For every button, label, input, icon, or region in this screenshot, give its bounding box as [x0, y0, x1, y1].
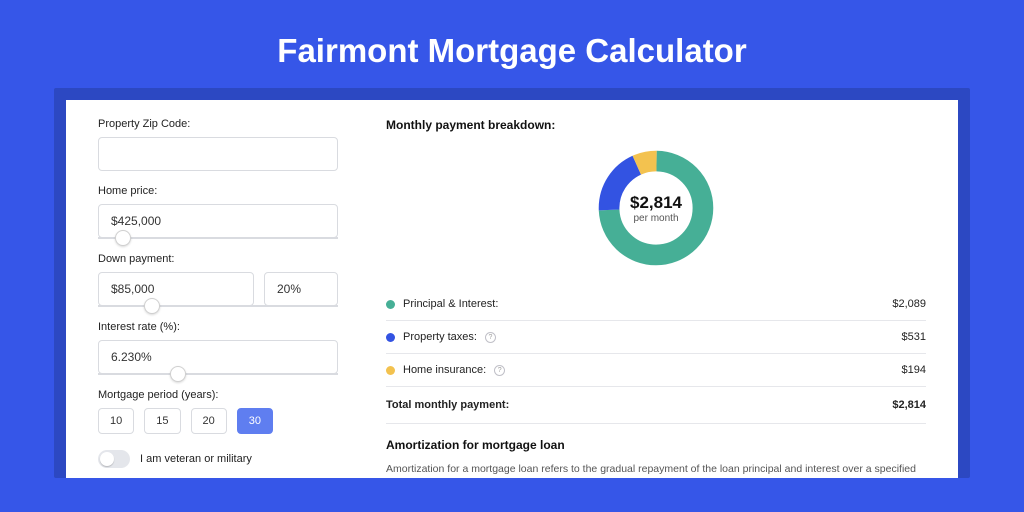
line-label: Principal & Interest: — [403, 298, 498, 310]
donut-wrap: $2,814 per month — [386, 146, 926, 270]
amortization-title: Amortization for mortgage loan — [386, 438, 926, 452]
divider — [386, 423, 926, 424]
donut-sub: per month — [633, 213, 678, 224]
line-label: Home insurance: — [403, 364, 486, 376]
period-option-10[interactable]: 10 — [98, 408, 134, 434]
home-price-input[interactable] — [98, 204, 338, 238]
field-period: Mortgage period (years): 10 15 20 30 — [98, 389, 338, 434]
breakdown-title: Monthly payment breakdown: — [386, 118, 926, 132]
donut-amount: $2,814 — [630, 193, 682, 213]
line-total: Total monthly payment: $2,814 — [386, 387, 926, 423]
total-amount: $2,814 — [892, 399, 926, 411]
field-down-payment: Down payment: — [98, 253, 338, 307]
zip-input[interactable] — [98, 137, 338, 171]
period-option-20[interactable]: 20 — [191, 408, 227, 434]
breakdown-column: Monthly payment breakdown: $2,814 per mo… — [386, 118, 926, 478]
home-price-slider[interactable] — [98, 237, 338, 239]
down-payment-slider[interactable] — [98, 305, 338, 307]
line-amount: $2,089 — [892, 298, 926, 310]
veteran-label: I am veteran or military — [140, 453, 252, 465]
field-zip: Property Zip Code: — [98, 118, 338, 171]
line-amount: $531 — [902, 331, 926, 343]
period-options: 10 15 20 30 — [98, 408, 338, 434]
info-icon[interactable]: ? — [494, 365, 505, 376]
form-column: Property Zip Code: Home price: Down paym… — [98, 118, 338, 478]
legend-dot-icon — [386, 300, 395, 309]
period-option-30[interactable]: 30 — [237, 408, 273, 434]
slider-handle[interactable] — [170, 366, 186, 382]
legend-dot-icon — [386, 333, 395, 342]
payment-donut-chart: $2,814 per month — [594, 146, 718, 270]
calculator-card: Property Zip Code: Home price: Down paym… — [66, 100, 958, 478]
zip-label: Property Zip Code: — [98, 118, 338, 130]
line-principal-interest: Principal & Interest: $2,089 — [386, 288, 926, 320]
field-interest: Interest rate (%): — [98, 321, 338, 375]
period-option-15[interactable]: 15 — [144, 408, 180, 434]
down-payment-label: Down payment: — [98, 253, 338, 265]
period-label: Mortgage period (years): — [98, 389, 338, 401]
info-icon[interactable]: ? — [485, 332, 496, 343]
donut-center: $2,814 per month — [594, 146, 718, 270]
toggle-knob — [100, 452, 114, 466]
page-title: Fairmont Mortgage Calculator — [0, 0, 1024, 88]
amortization-text: Amortization for a mortgage loan refers … — [386, 462, 926, 478]
interest-slider[interactable] — [98, 373, 338, 375]
slider-handle[interactable] — [115, 230, 131, 246]
total-label: Total monthly payment: — [386, 399, 509, 411]
field-home-price: Home price: — [98, 185, 338, 239]
slider-handle[interactable] — [144, 298, 160, 314]
veteran-toggle[interactable] — [98, 450, 130, 468]
home-price-label: Home price: — [98, 185, 338, 197]
down-payment-input[interactable] — [98, 272, 254, 306]
line-amount: $194 — [902, 364, 926, 376]
line-property-taxes: Property taxes: ? $531 — [386, 321, 926, 353]
legend-dot-icon — [386, 366, 395, 375]
interest-label: Interest rate (%): — [98, 321, 338, 333]
interest-input[interactable] — [98, 340, 338, 374]
card-backdrop: Property Zip Code: Home price: Down paym… — [54, 88, 970, 478]
veteran-row: I am veteran or military — [98, 450, 338, 468]
line-label: Property taxes: — [403, 331, 477, 343]
down-payment-pct-input[interactable] — [264, 272, 338, 306]
line-home-insurance: Home insurance: ? $194 — [386, 354, 926, 386]
